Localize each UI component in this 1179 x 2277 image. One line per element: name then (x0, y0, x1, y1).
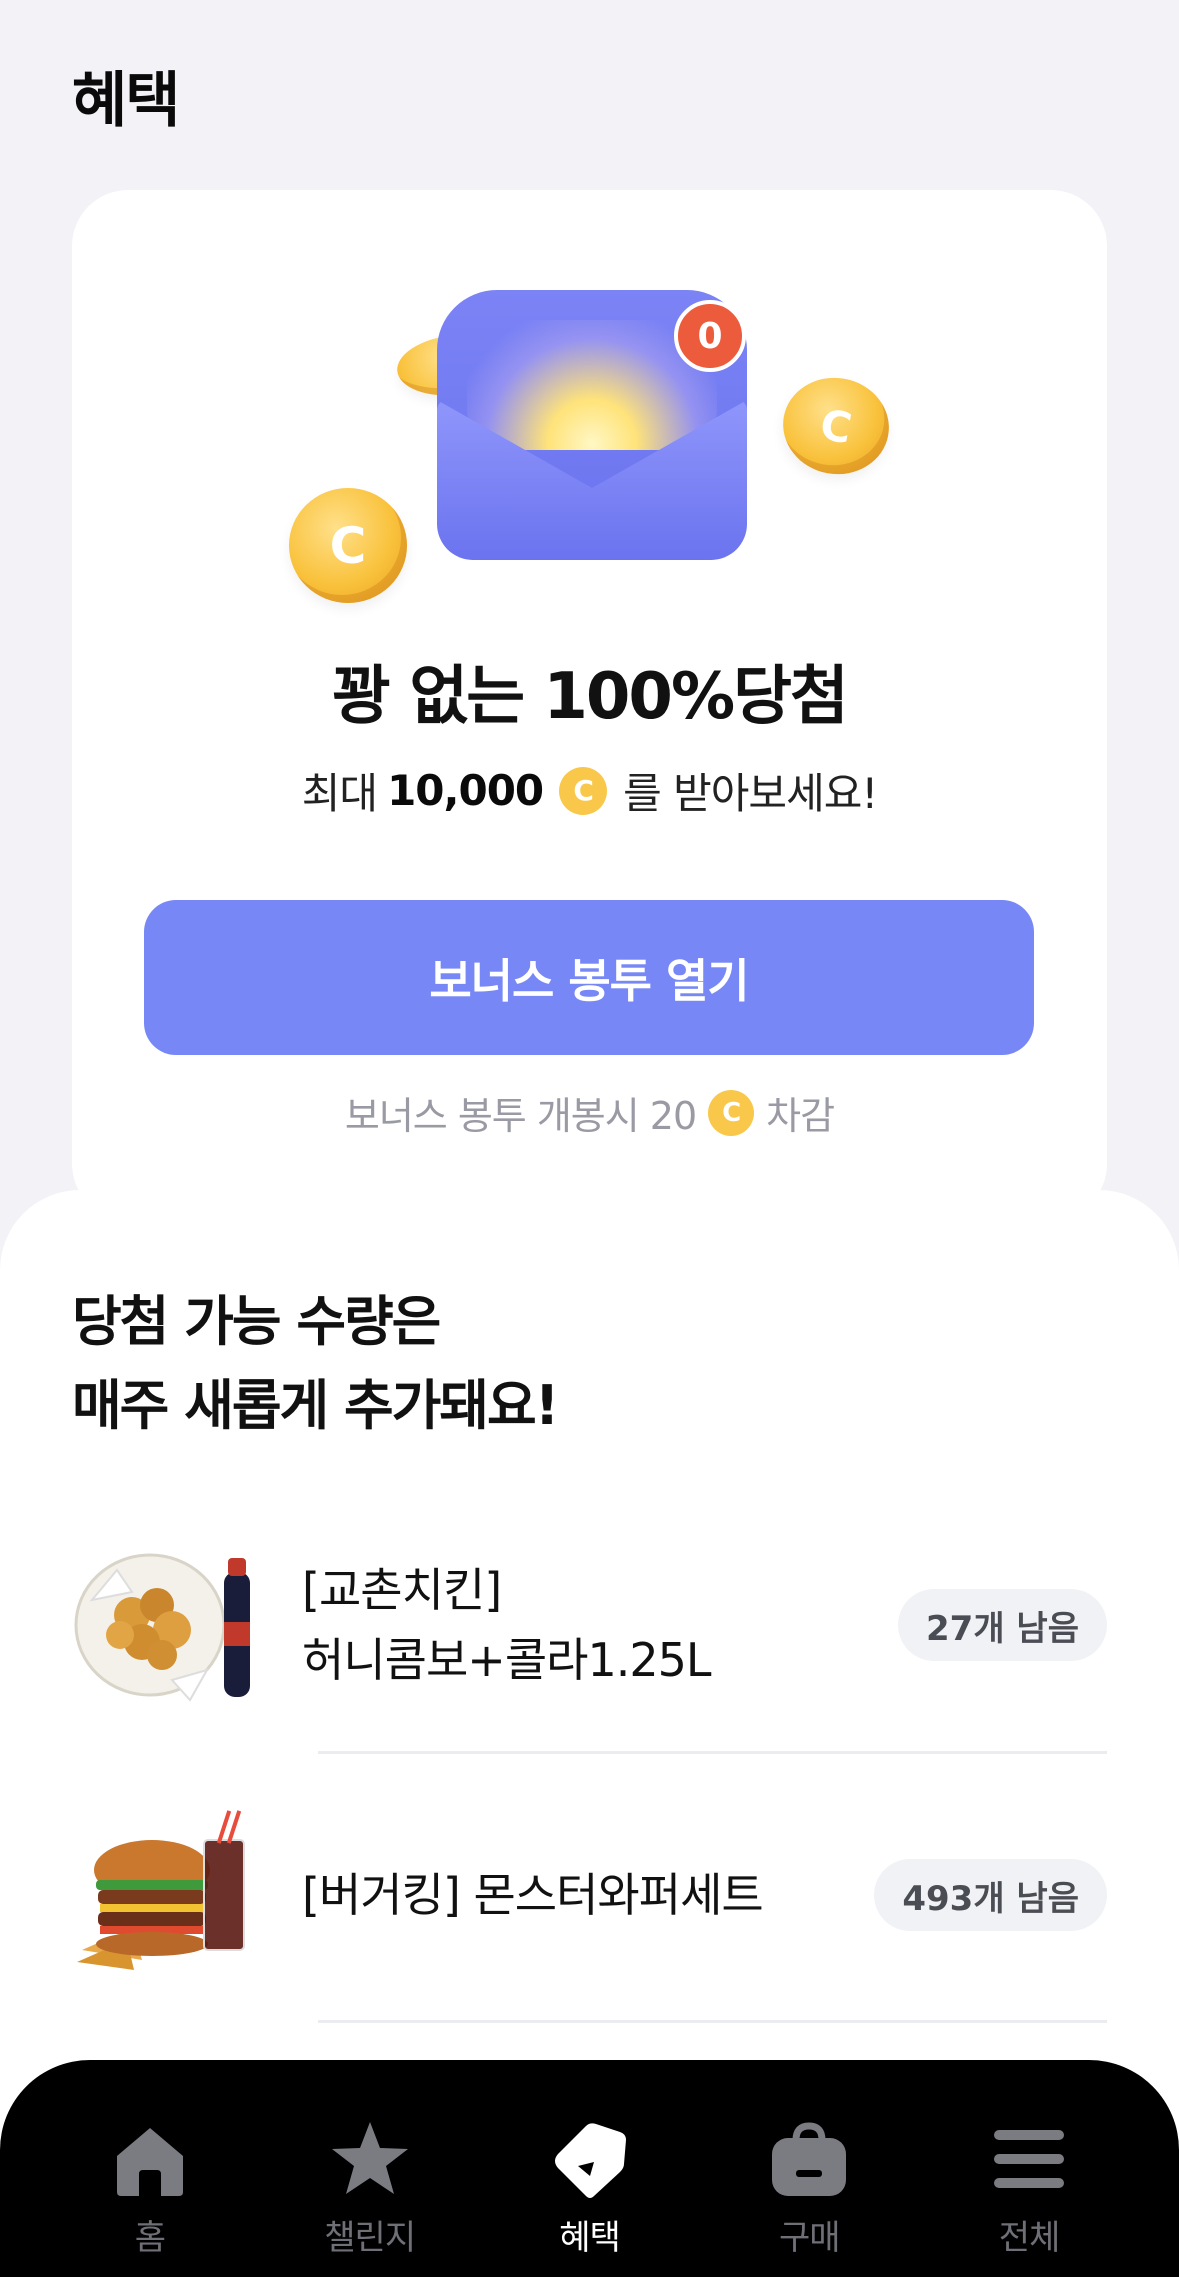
open-bonus-envelope-button[interactable]: 보너스 봉투 열기 (144, 900, 1034, 1055)
page-title: 혜택 (72, 66, 180, 136)
tag-icon (555, 2123, 627, 2198)
promo-sub-prefix: 최대 (301, 769, 378, 818)
bag-icon (772, 2122, 847, 2196)
divider (318, 1751, 1107, 1754)
prize-list-heading: 당첨 가능 수량은 매주 새롭게 추가돼요! (72, 1280, 559, 1448)
cost-note-prefix: 보너스 봉투 개봉시 20 (344, 1094, 697, 1138)
coin-icon: C (775, 369, 897, 483)
star-icon (331, 2122, 408, 2194)
promo-headline: 꽝 없는 100%당첨 (332, 660, 849, 734)
coin-icon: C (559, 766, 608, 815)
home-icon (116, 2128, 183, 2196)
tab-label: 구매 (779, 2218, 841, 2258)
envelope-illustration: C C C 0 (72, 190, 1107, 630)
envelope-cost-note: 보너스 봉투 개봉시 20 C 차감 (72, 1085, 1107, 1140)
prize-name-line: 허니콤보+콜라1.25L (302, 1633, 712, 1687)
tab-label: 챌린지 (324, 2218, 416, 2258)
divider (318, 2020, 1107, 2023)
burger-set-image (72, 1800, 262, 1990)
stock-remaining-badge: 493개 남음 (874, 1859, 1107, 1931)
bonus-envelope-card: C C C 0 꽝 없는 100%당첨 최대 10,000 C 를 받아보세요!… (72, 190, 1107, 1220)
coin-icon: C (708, 1089, 755, 1136)
menu-icon (994, 2130, 1065, 2188)
prize-heading-line: 당첨 가능 수량은 (72, 1290, 441, 1353)
prize-name-line: [교촌치킨] (302, 1563, 502, 1617)
prize-item[interactable]: [교촌치킨] 허니콤보+콜라1.25L 27개 남음 (72, 1525, 1107, 1725)
prize-name: [버거킹] 몬스터와퍼세트 (302, 1860, 874, 1930)
tab-home[interactable]: 홈 (55, 2060, 245, 2277)
prize-heading-line: 매주 새롭게 추가돼요! (72, 1374, 559, 1437)
prize-item[interactable]: [버거킹] 몬스터와퍼세트 493개 남음 (72, 1795, 1107, 1995)
cost-note-suffix: 차감 (766, 1094, 835, 1138)
envelope-count-badge: 0 (674, 300, 746, 372)
tab-purchase[interactable]: 구매 (714, 2060, 904, 2277)
chicken-set-image (72, 1530, 262, 1720)
tab-label: 전체 (998, 2218, 1061, 2258)
tab-benefits[interactable]: 혜택 (494, 2060, 684, 2277)
max-reward-amount: 10,000 (387, 766, 544, 815)
promo-sub-suffix: 를 받아보세요! (623, 769, 878, 818)
tab-all[interactable]: 전체 (934, 2060, 1124, 2277)
stock-remaining-badge: 27개 남음 (898, 1589, 1107, 1661)
tab-challenge[interactable]: 챌린지 (275, 2060, 465, 2277)
coin-icon: C (289, 488, 407, 603)
bottom-tab-bar: 홈 챌린지 혜택 구매 전체 (0, 2060, 1179, 2277)
prize-name-line: [버거킹] 몬스터와퍼세트 (302, 1868, 764, 1922)
tab-label: 혜택 (559, 2218, 621, 2258)
prize-name: [교촌치킨] 허니콤보+콜라1.25L (302, 1555, 898, 1695)
tab-label: 홈 (134, 2218, 166, 2258)
promo-subtitle: 최대 10,000 C 를 받아보세요! (72, 760, 1107, 821)
